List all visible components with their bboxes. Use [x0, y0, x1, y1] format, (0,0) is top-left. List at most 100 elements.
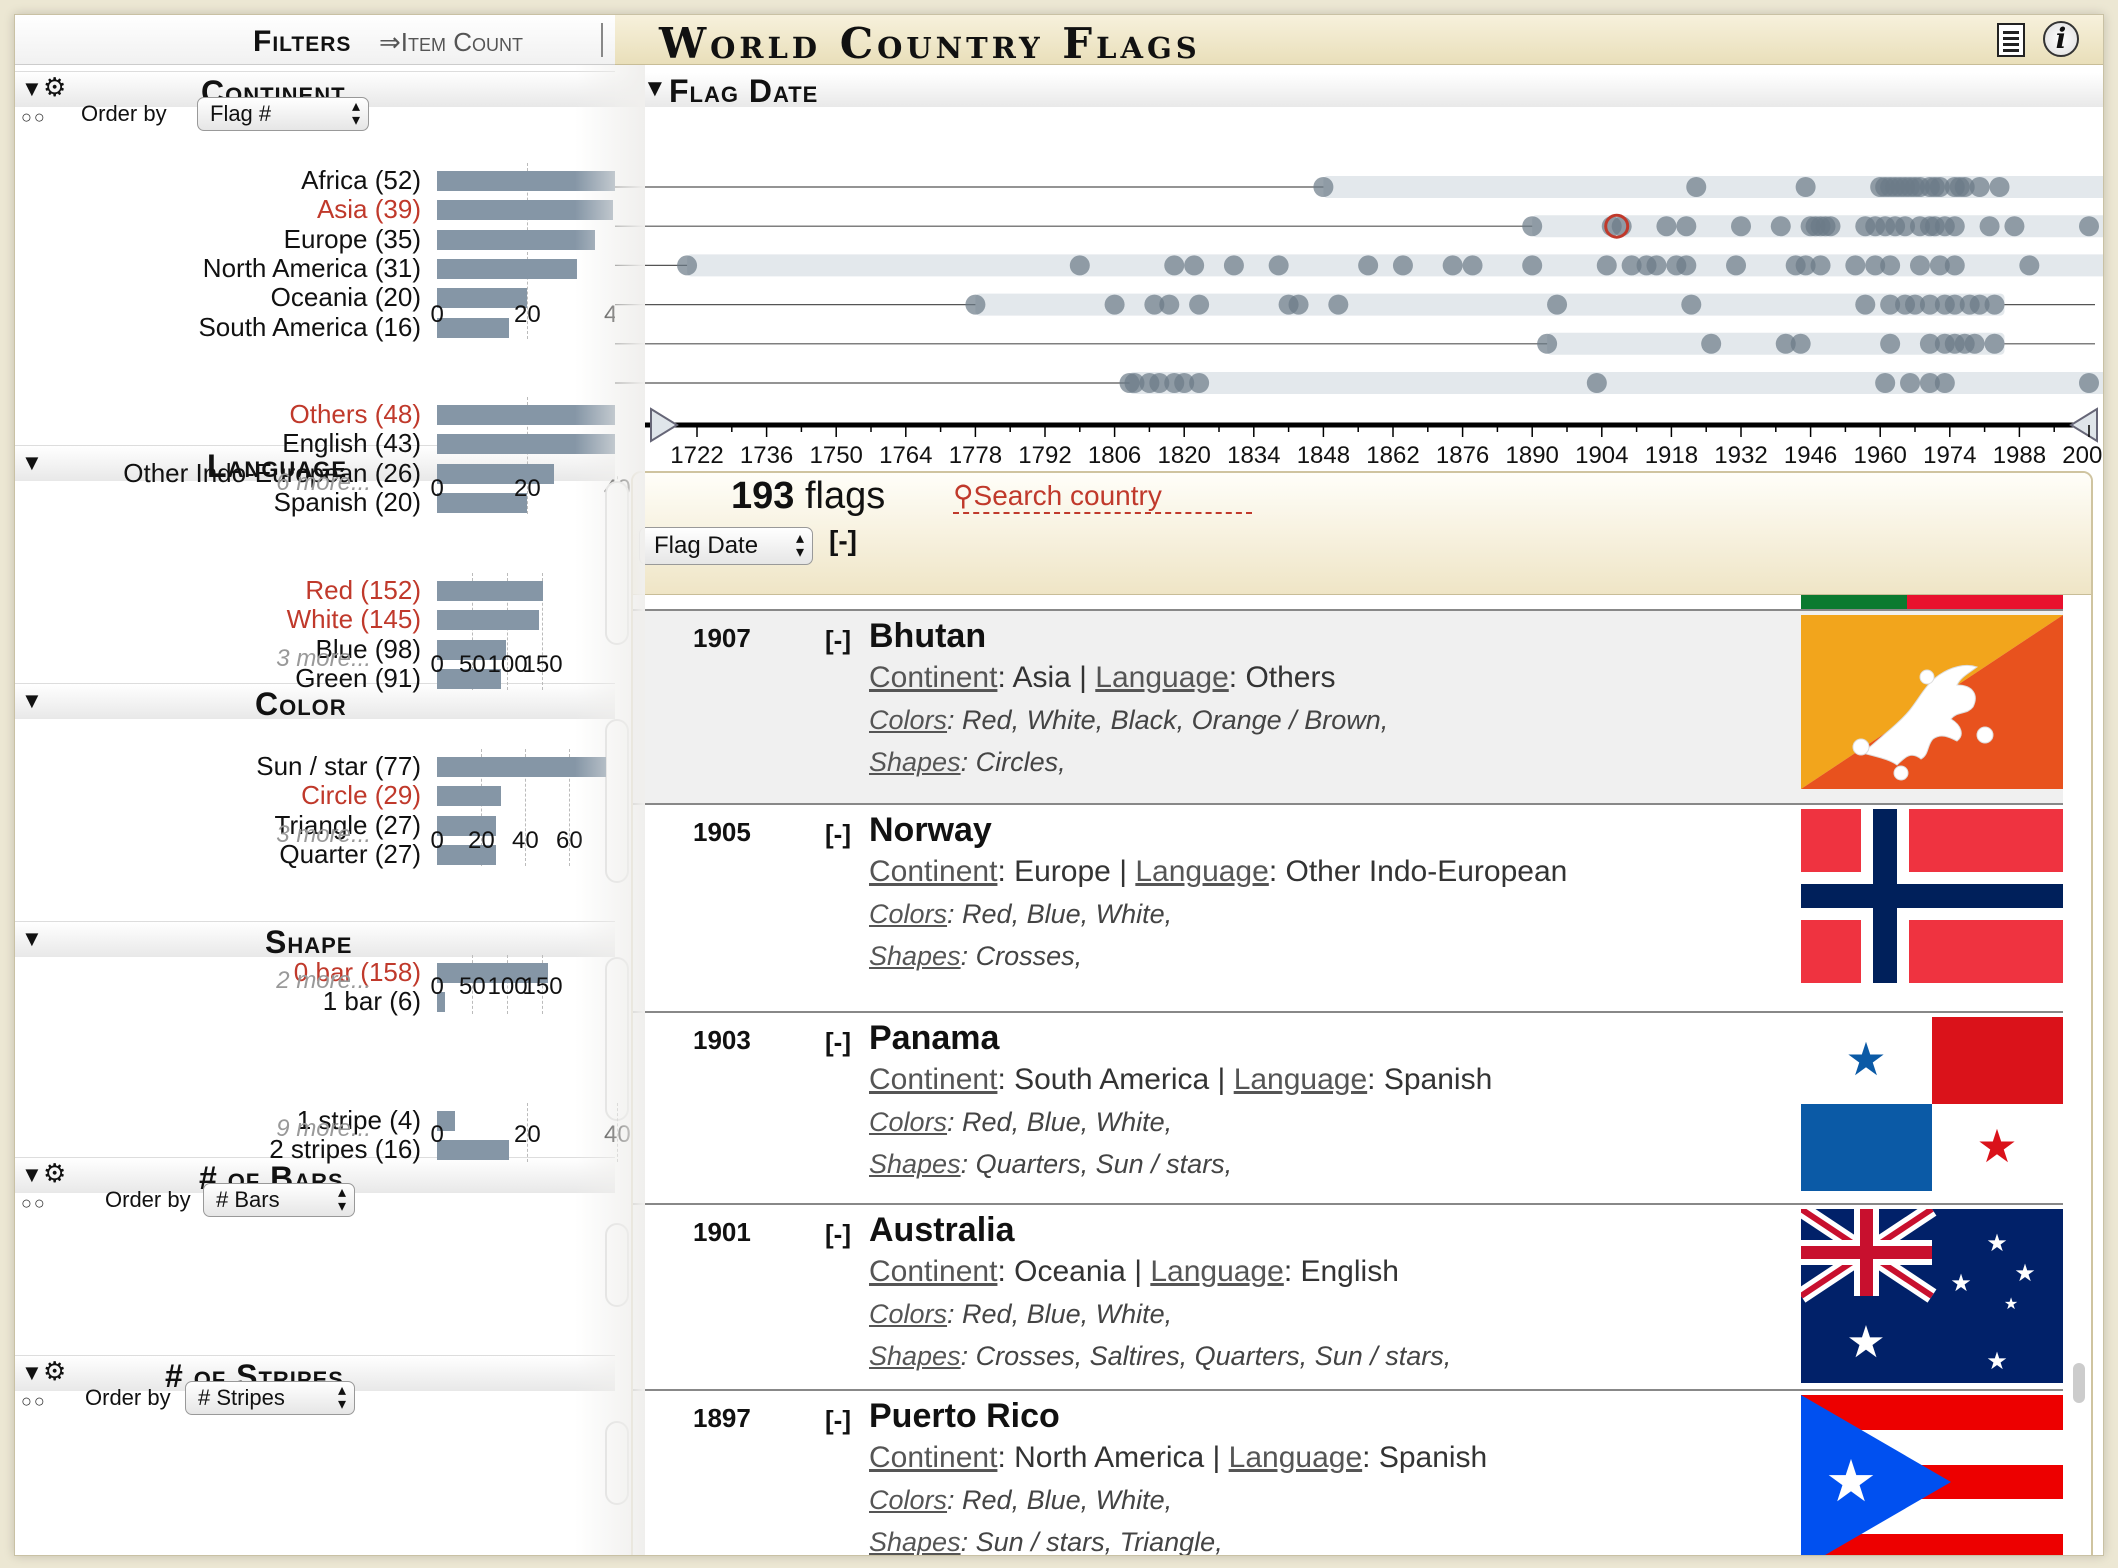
continent-link[interactable]: Continent	[869, 661, 997, 694]
shapes-link[interactable]: Shapes	[869, 747, 961, 777]
timeline-dot[interactable]	[1701, 333, 1722, 354]
more-link[interactable]: 9 more...	[15, 1115, 371, 1143]
colors-link[interactable]: Colors	[869, 705, 947, 735]
facet-bar[interactable]	[437, 229, 595, 250]
facet-item[interactable]: North America (31)	[15, 253, 421, 284]
timeline-dot[interactable]	[1313, 177, 1334, 197]
gear-icon[interactable]: ⚙	[43, 72, 66, 103]
timeline-dot[interactable]	[677, 255, 698, 276]
facet-item[interactable]: South America (16)	[15, 312, 421, 343]
timeline-dot[interactable]	[1547, 294, 1568, 315]
timeline-dot[interactable]	[1820, 216, 1841, 237]
colors-link[interactable]: Colors	[869, 1485, 947, 1515]
timeline-dot[interactable]	[2079, 373, 2099, 393]
result-item[interactable]: 1905 [-] Norway Continent: Europe | Languag…	[633, 803, 2063, 1011]
collapse-triangle-icon[interactable]: ▼	[21, 1162, 43, 1188]
timeline-dot[interactable]	[1676, 255, 1697, 276]
collapse-all-button[interactable]: [-]	[829, 525, 857, 557]
timeline-dot[interactable]	[1522, 255, 1543, 276]
continent-link[interactable]: Continent	[869, 1441, 997, 1474]
facet-item[interactable]: English (43)	[15, 428, 421, 459]
language-link[interactable]: Language	[1229, 1441, 1362, 1474]
timeline-dot[interactable]	[1790, 333, 1811, 354]
language-link[interactable]: Language	[1234, 1063, 1367, 1096]
range-handle-left-icon[interactable]	[650, 407, 679, 443]
collapse-triangle-icon[interactable]: ▼	[21, 1360, 43, 1386]
facet-item[interactable]: Asia (39)	[15, 194, 421, 225]
facet-bar[interactable]	[437, 258, 577, 279]
result-item[interactable]: 1901 [-] Australia Continent: Oceania | Lan…	[633, 1203, 2063, 1389]
timeline-dot[interactable]	[1184, 255, 1205, 276]
timeline-dot[interactable]	[1726, 255, 1747, 276]
item-collapse-button[interactable]: [-]	[825, 1027, 851, 1058]
timeline-dot[interactable]	[2004, 216, 2025, 237]
timeline-dot[interactable]	[1596, 255, 1617, 276]
shapes-link[interactable]: Shapes	[869, 1149, 961, 1179]
timeline-dot[interactable]	[1656, 216, 1677, 237]
more-link[interactable]: 3 more...	[15, 645, 371, 673]
timeline-dot[interactable]	[1537, 333, 1558, 354]
timeline-dot[interactable]	[1984, 333, 2005, 354]
info-icon[interactable]: i	[2043, 21, 2079, 57]
timeline-dot[interactable]	[965, 294, 986, 315]
colors-link[interactable]: Colors	[869, 899, 947, 929]
timeline-dot[interactable]	[1358, 255, 1379, 276]
facet-item[interactable]: Sun / star (77)	[15, 751, 421, 782]
more-link[interactable]: 2 more...	[15, 967, 371, 995]
timeline-dot[interactable]	[1944, 255, 1965, 276]
timeline-dot[interactable]	[1586, 373, 1607, 393]
toggle-circles-icon[interactable]: ○○	[21, 107, 47, 128]
timeline-dot[interactable]	[1328, 294, 1349, 315]
language-link[interactable]: Language	[1135, 855, 1268, 888]
result-item[interactable]: 1903 [-] Panama Continent: South America | …	[633, 1011, 2063, 1203]
facet-item[interactable]: Others (48)	[15, 399, 422, 430]
timeline-dot[interactable]	[1909, 255, 1930, 276]
timeline-dot[interactable]	[1686, 177, 1707, 197]
facet-bar[interactable]	[437, 317, 509, 338]
timeline-dot[interactable]	[1900, 373, 1921, 393]
list-scrollbar-thumb[interactable]	[2073, 1363, 2085, 1403]
toggle-circles-icon[interactable]: ○○	[21, 1193, 47, 1214]
timeline-dot[interactable]	[1934, 373, 1955, 393]
timeline-dot[interactable]	[1676, 216, 1697, 237]
timeline-dot[interactable]	[1164, 255, 1185, 276]
timeline-dot[interactable]	[1442, 255, 1463, 276]
more-link[interactable]: 3 more...	[15, 821, 371, 849]
shapes-link[interactable]: Shapes	[869, 1341, 961, 1371]
facet-bar[interactable]	[437, 581, 544, 601]
language-link[interactable]: Language	[1095, 661, 1228, 694]
timeline-dot[interactable]	[1392, 255, 1413, 276]
colors-link[interactable]: Colors	[869, 1107, 947, 1137]
result-item[interactable]: 1907 [-] Bhutan Continent: Asia | Language:…	[633, 609, 2063, 803]
sort-select[interactable]: Flag Date ▴ ▾	[639, 527, 813, 565]
result-item[interactable]: 1897 [-] Puerto Rico Continent: North Ameri…	[633, 1389, 2063, 1555]
facet-item[interactable]: Oceania (20)	[15, 282, 421, 313]
timeline-dot[interactable]	[1984, 294, 2005, 315]
timeline-dot[interactable]	[1969, 177, 1990, 197]
facet-item[interactable]: Africa (52)	[15, 165, 421, 196]
facet-bar[interactable]	[437, 1140, 509, 1161]
timeline-dot[interactable]	[1646, 255, 1667, 276]
facet-item[interactable]: Red (152)	[15, 575, 421, 606]
more-link[interactable]: 6 more...	[15, 469, 371, 497]
timeline-dot[interactable]	[1810, 255, 1831, 276]
timeline-dot[interactable]	[1268, 255, 1289, 276]
continent-link[interactable]: Continent	[869, 1255, 997, 1288]
timeline-dot[interactable]	[1880, 333, 1901, 354]
timeline-dot[interactable]	[1223, 255, 1244, 276]
timeline-dot[interactable]	[2019, 255, 2040, 276]
collapse-triangle-icon[interactable]: ▼	[21, 76, 43, 102]
timeline-dot[interactable]	[1795, 177, 1816, 197]
search-input[interactable]: ⚲Search country	[953, 479, 1252, 514]
timeline-dot[interactable]	[1522, 216, 1543, 237]
timeline-dot[interactable]	[1069, 255, 1090, 276]
timeline-dot[interactable]	[2079, 216, 2099, 237]
timeline-dot[interactable]	[1989, 177, 2010, 197]
range-handle-right-icon[interactable]	[2069, 407, 2098, 443]
toggle-circles-icon[interactable]: ○○	[21, 1391, 47, 1412]
timeline-dot[interactable]	[1159, 294, 1180, 315]
timeline-dot[interactable]	[1288, 294, 1309, 315]
facet-item[interactable]: Circle (29)	[15, 780, 421, 811]
facet-bar[interactable]	[437, 610, 539, 631]
gear-icon[interactable]: ⚙	[43, 1356, 66, 1387]
